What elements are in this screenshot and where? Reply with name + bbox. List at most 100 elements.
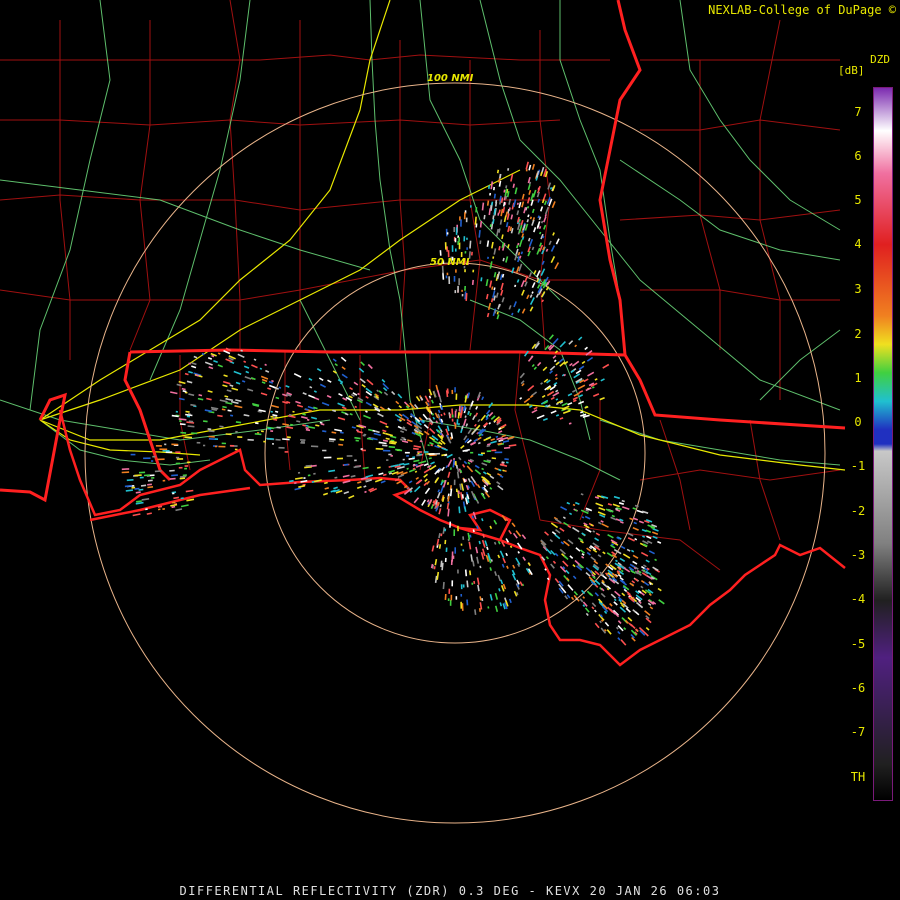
echo-gate	[582, 596, 586, 599]
echo-gate	[567, 584, 574, 591]
echo-gate	[332, 409, 337, 413]
echo-gate	[567, 402, 573, 406]
echo-gate	[587, 371, 595, 377]
echo-gate	[498, 427, 502, 431]
echo-gate	[509, 545, 513, 549]
echo-gate	[615, 626, 619, 630]
echo-gate	[478, 230, 481, 238]
echo-gate	[320, 423, 325, 426]
echo-gate	[481, 462, 488, 466]
echo-gate	[559, 548, 566, 555]
echo-gate	[140, 484, 147, 487]
echo-gate	[531, 219, 535, 226]
echo-gate	[481, 467, 485, 471]
echo-gate	[328, 469, 336, 473]
colorbar-tick: -2	[850, 504, 866, 518]
echo-gate	[494, 592, 499, 600]
echo-gate	[329, 438, 336, 441]
echo-gate	[380, 480, 386, 484]
echo-gate	[528, 238, 534, 247]
echo-gate	[648, 550, 655, 555]
echo-gate	[480, 277, 483, 282]
echo-gate	[147, 479, 153, 482]
echo-gate	[499, 195, 502, 202]
echo-gate	[271, 379, 274, 383]
echo-gate	[642, 564, 647, 568]
echo-gate	[436, 492, 441, 499]
echo-gate	[486, 312, 490, 318]
echo-gate	[295, 400, 301, 404]
echo-gate	[261, 378, 268, 383]
echo-gate	[522, 556, 526, 561]
echo-gate	[418, 416, 423, 421]
echo-gate	[481, 202, 485, 211]
echo-gate	[349, 387, 354, 391]
echo-gate	[477, 418, 481, 423]
echo-gate	[179, 423, 186, 426]
echo-gate	[449, 488, 453, 497]
echo-gate	[525, 161, 529, 170]
echo-gate	[175, 508, 183, 512]
echo-gate	[584, 406, 589, 409]
echo-gate	[147, 483, 152, 486]
echo-gate	[480, 414, 486, 422]
echo-gate	[634, 537, 638, 541]
echo-gate	[515, 530, 522, 537]
echo-gate	[430, 461, 435, 465]
echo-gate	[594, 592, 599, 597]
echo-gate	[275, 410, 279, 413]
echo-gate	[578, 365, 585, 371]
echo-gate	[432, 416, 436, 420]
echo-gate	[334, 428, 342, 432]
echo-gate	[381, 378, 386, 383]
echo-gate	[413, 485, 421, 493]
echo-gate	[476, 484, 481, 489]
echo-gate	[469, 412, 472, 417]
echo-gate	[447, 495, 450, 502]
echo-gate	[498, 468, 502, 472]
echo-gate	[408, 468, 417, 473]
echo-gate	[427, 444, 430, 447]
echo-gate	[585, 528, 592, 533]
echo-gate	[509, 226, 513, 232]
echo-gate	[193, 355, 198, 359]
echo-gate	[464, 569, 468, 577]
echo-gate	[439, 504, 442, 508]
echo-gate	[541, 299, 545, 303]
echo-gate	[296, 404, 304, 408]
echo-gate	[483, 214, 486, 220]
echo-gate	[147, 486, 154, 489]
echo-gate	[363, 414, 371, 420]
echo-gate	[430, 399, 434, 404]
echo-gate	[397, 474, 405, 478]
echo-gate	[339, 438, 344, 441]
echo-gate	[580, 549, 585, 554]
echo-gate	[272, 414, 278, 417]
echo-gate	[473, 438, 479, 443]
echo-gate	[640, 565, 645, 570]
echo-gate	[426, 499, 430, 503]
echo-gate	[314, 397, 320, 401]
echo-gate	[310, 464, 317, 467]
echo-gate	[251, 364, 258, 369]
echo-gate	[444, 454, 448, 457]
echo-gate	[632, 517, 639, 521]
echo-gate	[505, 211, 508, 217]
echo-gate	[559, 417, 564, 420]
echo-gate	[293, 372, 302, 378]
echo-gate	[188, 420, 194, 423]
echo-gate	[542, 417, 548, 421]
echo-gate	[474, 216, 477, 225]
echo-gate	[307, 426, 316, 429]
echo-gate	[569, 362, 573, 367]
units-label: [dB]	[838, 64, 865, 77]
echo-gate	[426, 464, 432, 469]
echo-gate	[516, 244, 519, 249]
echo-gate	[607, 503, 613, 506]
echo-gate	[555, 377, 558, 380]
echo-gate	[553, 359, 557, 363]
echo-gate	[619, 557, 626, 562]
echo-gate	[566, 501, 571, 505]
echo-gate	[536, 277, 540, 280]
echo-gate	[550, 245, 556, 252]
